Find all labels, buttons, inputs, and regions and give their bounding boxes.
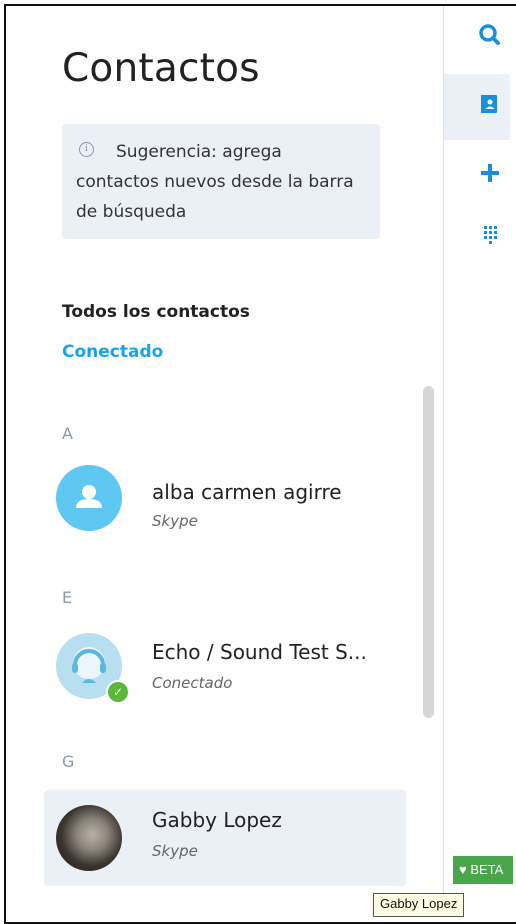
- side-rail: [444, 6, 510, 912]
- group-letter: E: [62, 588, 73, 607]
- beta-badge[interactable]: ♥ BETA: [453, 856, 513, 884]
- scrollbar-thumb[interactable]: [423, 386, 434, 718]
- avatar-photo: [56, 805, 122, 871]
- contacts-button[interactable]: [444, 74, 510, 140]
- contact-name: alba carmen agirre: [152, 480, 342, 504]
- contacts-panel: Contactos i Sugerencia: agrega contactos…: [6, 6, 442, 912]
- add-icon: [481, 164, 499, 182]
- contact-row[interactable]: ✓ Echo / Sound Test S... Conectado: [44, 616, 406, 712]
- contact-source: Skype: [152, 512, 198, 530]
- contacts-icon: [481, 95, 497, 113]
- add-button[interactable]: [444, 140, 510, 206]
- contact-name: Gabby Lopez: [152, 808, 282, 832]
- all-contacts-label[interactable]: Todos los contactos: [62, 302, 250, 322]
- contact-status: Conectado: [152, 674, 233, 692]
- search-icon: [479, 24, 500, 45]
- contact-row[interactable]: alba carmen agirre Skype: [44, 450, 406, 546]
- search-button[interactable]: [444, 6, 510, 72]
- group-letter: A: [62, 424, 73, 443]
- online-status-icon: ✓: [106, 680, 130, 704]
- page-title: Contactos: [62, 46, 260, 91]
- contact-source: Skype: [152, 842, 198, 860]
- default-person-icon: [56, 465, 122, 531]
- suggestion-box: i Sugerencia: agrega contactos nuevos de…: [62, 124, 380, 239]
- heart-icon: ♥: [459, 862, 467, 877]
- suggestion-text: Sugerencia: agrega contactos nuevos desd…: [76, 142, 354, 222]
- dialpad-button[interactable]: [444, 202, 510, 268]
- online-filter-link[interactable]: Conectado: [62, 342, 163, 362]
- beta-label: BETA: [470, 862, 504, 877]
- contact-row-selected[interactable]: Gabby Lopez Skype: [44, 790, 406, 886]
- dialpad-icon: [484, 226, 497, 244]
- contact-name: Echo / Sound Test S...: [152, 640, 367, 664]
- group-letter: G: [62, 752, 75, 771]
- tooltip: Gabby Lopez: [373, 893, 465, 917]
